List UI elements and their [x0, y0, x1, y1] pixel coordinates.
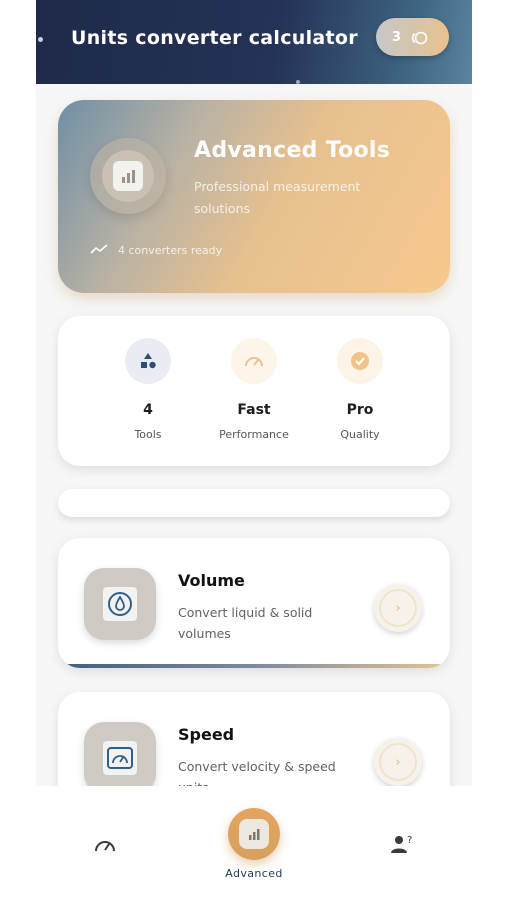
document-chart-icon [239, 819, 269, 849]
chevron-right-icon: › [379, 743, 417, 781]
hero-status: 4 converters ready [90, 243, 222, 258]
card-subtitle: Convert liquid & solid volumes [178, 605, 313, 641]
app-header: Units converter calculator 3 [36, 0, 472, 84]
check-badge-icon [337, 338, 383, 384]
nav-advanced-label: Advanced [225, 867, 283, 880]
hero-emblem-inner [102, 150, 154, 202]
coin-icon [410, 30, 428, 45]
user-question-icon: ? [389, 835, 415, 859]
speedometer-icon [231, 338, 277, 384]
chevron-right-icon: › [379, 589, 417, 627]
card-title: Speed [178, 725, 235, 744]
stat-performance: Fast Performance [204, 338, 304, 441]
stat-quality-label: Quality [340, 428, 380, 441]
stat-tools-label: Tools [134, 428, 162, 441]
stat-tools-value: 4 [143, 402, 153, 418]
stats-panel: 4 Tools Fast Performance Pro Quality [58, 316, 450, 466]
stat-performance-value: Fast [237, 402, 271, 418]
card-icon-tile [84, 568, 156, 640]
app-screen: Units converter calculator 3 Advanced To… [36, 0, 472, 900]
coin-count: 3 [392, 29, 402, 45]
nav-profile-button[interactable]: ? [389, 833, 415, 859]
coin-badge[interactable]: 3 [376, 18, 449, 56]
speedometer-icon [94, 839, 116, 858]
open-speed-button[interactable]: › [374, 738, 422, 786]
hero-status-text: 4 converters ready [118, 244, 223, 257]
nav-speedometer-button[interactable] [94, 836, 116, 858]
shapes-icon [125, 338, 171, 384]
converter-card-volume[interactable]: Volume Convert liquid & solid volumes › [58, 538, 450, 668]
gauge-icon [103, 741, 137, 775]
stat-quality: Pro Quality [310, 338, 410, 441]
header-notch [296, 80, 300, 84]
stat-tools: 4 Tools [98, 338, 198, 441]
app-title: Units converter calculator [71, 27, 358, 49]
trend-icon [90, 243, 108, 258]
search-bar[interactable] [58, 489, 450, 517]
card-accent-bar [58, 664, 450, 668]
card-title: Volume [178, 571, 245, 590]
open-volume-button[interactable]: › [374, 584, 422, 632]
stat-performance-label: Performance [219, 428, 289, 441]
nav-advanced-button[interactable] [228, 808, 280, 860]
hero-emblem [90, 138, 166, 214]
hero-title: Advanced Tools [194, 138, 391, 163]
hero-subtitle: Professional measurement solutions [194, 179, 361, 216]
droplet-icon [103, 587, 137, 621]
hero-card[interactable]: Advanced Tools Professional measurement … [58, 100, 450, 293]
card-icon-tile [84, 722, 156, 794]
header-dot [38, 37, 43, 42]
document-chart-icon [113, 161, 143, 191]
bottom-navigation: Advanced ? [36, 786, 472, 900]
svg-text:?: ? [407, 835, 412, 846]
stat-quality-value: Pro [346, 402, 374, 418]
